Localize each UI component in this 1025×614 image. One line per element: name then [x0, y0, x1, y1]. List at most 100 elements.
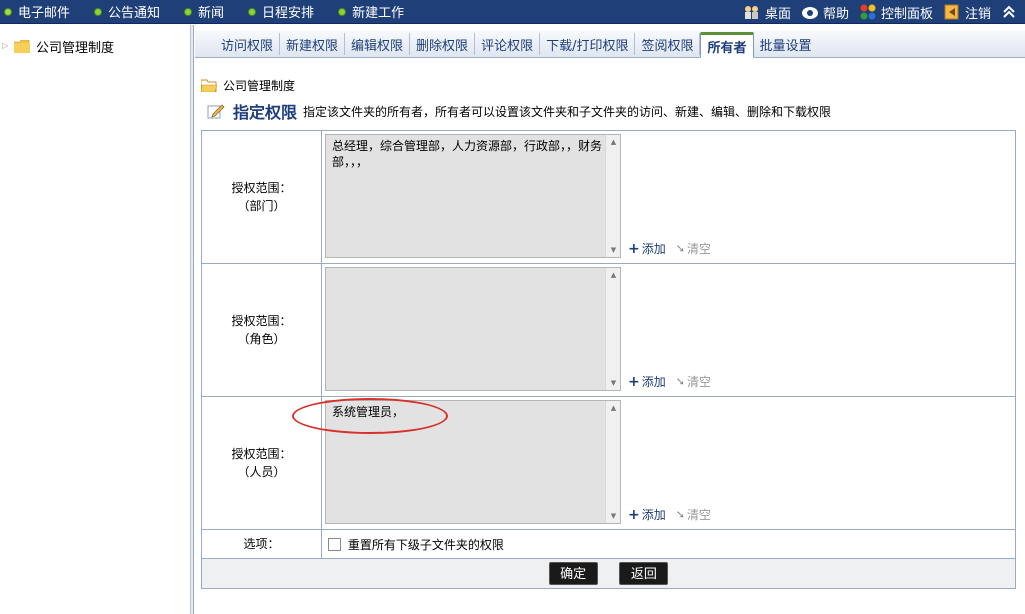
nav-email-label: 电子邮件	[18, 6, 71, 21]
help-icon	[801, 7, 818, 19]
desktop-button[interactable]: 桌面	[743, 0, 791, 24]
panel-splitter[interactable]	[191, 25, 194, 614]
add-user-button[interactable]: + 添加	[628, 506, 666, 523]
folder-path-label: 公司管理制度	[223, 78, 296, 93]
nav-new-work[interactable]: 新建工作	[338, 0, 404, 24]
field-label-department: 授权范围： （部门）	[201, 130, 322, 264]
tab-edit-permission[interactable]: 编辑权限	[345, 33, 411, 55]
logout-button[interactable]: 注销	[943, 0, 991, 24]
green-dot-icon	[248, 7, 257, 16]
clear-department-button[interactable]: ➘ 清空	[676, 240, 711, 257]
nav-announcement[interactable]: 公告通知	[94, 0, 160, 24]
permission-form: 授权范围： （部门） 总经理，综合管理部，人力资源部，行政部，，财务部，，， ▲…	[201, 130, 1016, 589]
green-dot-icon	[184, 7, 193, 16]
scroll-up-arrow-icon[interactable]: ▲	[606, 401, 621, 415]
desktop-icon	[744, 6, 758, 19]
double-chevron-up-icon[interactable]	[1001, 0, 1017, 24]
role-textarea[interactable]: ▲ ▼	[325, 267, 621, 391]
department-textarea[interactable]: 总经理，综合管理部，人力资源部，行政部，，财务部，，， ▲ ▼	[325, 134, 621, 258]
textarea-scrollbar[interactable]: ▲ ▼	[605, 401, 620, 523]
user-value: 系统管理员，	[332, 405, 405, 419]
add-role-button[interactable]: + 添加	[628, 373, 666, 390]
logout-label: 注销	[964, 6, 991, 22]
expand-arrow-icon[interactable]: ▷	[2, 41, 12, 51]
option-label: 选项：	[201, 529, 322, 559]
open-folder-icon	[201, 79, 217, 92]
user-actions: + 添加 ➘ 清空	[628, 506, 711, 523]
tab-batch-settings[interactable]: 批量设置	[754, 33, 818, 55]
tree-node-label: 公司管理制度	[36, 40, 115, 56]
confirm-button[interactable]: 确定	[548, 562, 598, 585]
field-label-line2: （部门）	[237, 199, 286, 213]
green-dot-icon	[4, 7, 12, 16]
clear-user-button[interactable]: ➘ 清空	[676, 506, 711, 523]
nav-email[interactable]: 电子邮件	[4, 0, 70, 24]
nav-schedule[interactable]: 日程安排	[248, 0, 314, 24]
option-cell: 重置所有下级子文件夹的权限	[321, 529, 1016, 559]
form-row-role: 授权范围： （角色） ▲ ▼ + 添加 ➘ 清空	[201, 263, 1016, 397]
top-nav-bar: 电子邮件 公告通知 新闻 日程安排 新建工作 桌面 帮助 控制面板 注销	[0, 0, 1025, 24]
add-label: 添加	[641, 508, 666, 522]
user-textarea[interactable]: 系统管理员， ▲ ▼	[325, 400, 621, 524]
add-label: 添加	[641, 375, 666, 389]
field-label-line1: 授权范围：	[231, 447, 292, 461]
tab-access-permission[interactable]: 访问权限	[215, 33, 281, 55]
add-department-button[interactable]: + 添加	[628, 240, 666, 257]
field-label-line2: （人员）	[237, 465, 286, 479]
control-panel-button[interactable]: 控制面板	[859, 0, 933, 24]
tab-sign-read-permission[interactable]: 签阅权限	[635, 33, 701, 55]
reset-subfolder-permissions-option[interactable]: 重置所有下级子文件夹的权限	[328, 537, 504, 552]
tab-create-permission[interactable]: 新建权限	[280, 33, 346, 55]
scroll-down-arrow-icon[interactable]: ▼	[606, 509, 621, 523]
tab-download-print-permission[interactable]: 下载/打印权限	[540, 33, 636, 55]
add-label: 添加	[641, 242, 666, 256]
tab-comment-permission[interactable]: 评论权限	[475, 33, 541, 55]
reset-subfolder-label: 重置所有下级子文件夹的权限	[347, 537, 504, 552]
scroll-down-arrow-icon[interactable]: ▼	[606, 243, 621, 257]
role-actions: + 添加 ➘ 清空	[628, 373, 711, 390]
field-label-user: 授权范围： （人员）	[201, 396, 322, 530]
field-label-role: 授权范围： （角色）	[201, 263, 322, 397]
nav-news[interactable]: 新闻	[184, 0, 224, 24]
clear-arrow-icon: ➘	[675, 242, 685, 255]
form-row-user: 授权范围： （人员） 系统管理员， ▲ ▼ + 添加 ➘ 清空	[201, 396, 1016, 530]
department-value: 总经理，综合管理部，人力资源部，行政部，，财务部，，，	[332, 139, 603, 169]
button-cell: 确定 返回	[201, 558, 1016, 589]
scroll-down-arrow-icon[interactable]: ▼	[606, 376, 621, 390]
clear-label: 清空	[686, 375, 711, 389]
form-row-buttons: 确定 返回	[201, 558, 1016, 589]
scroll-up-arrow-icon[interactable]: ▲	[606, 135, 621, 149]
textarea-scrollbar[interactable]: ▲ ▼	[605, 135, 620, 257]
clear-role-button[interactable]: ➘ 清空	[676, 373, 711, 390]
clear-label: 清空	[686, 508, 711, 522]
help-label: 帮助	[822, 6, 849, 22]
textarea-scrollbar[interactable]: ▲ ▼	[605, 268, 620, 390]
clear-arrow-icon: ➘	[675, 508, 685, 521]
back-button[interactable]: 返回	[619, 562, 669, 585]
tab-owner[interactable]: 所有者	[700, 32, 754, 58]
control-panel-icon	[860, 4, 876, 20]
plus-icon: +	[628, 373, 640, 390]
green-dot-icon	[338, 7, 347, 16]
nav-new-work-label: 新建工作	[352, 6, 405, 21]
page-title: 指定权限	[233, 103, 298, 122]
form-row-department: 授权范围： （部门） 总经理，综合管理部，人力资源部，行政部，，财务部，，， ▲…	[201, 130, 1016, 264]
plus-icon: +	[628, 506, 640, 523]
tree-node-root[interactable]: ▷ 公司管理制度	[2, 37, 115, 56]
section-heading: 指定权限 指定该文件夹的所有者，所有者可以设置该文件夹和子文件夹的访问、新建、编…	[207, 101, 832, 122]
top-nav-left: 电子邮件 公告通知 新闻 日程安排 新建工作	[0, 0, 404, 24]
desktop-label: 桌面	[764, 6, 791, 22]
main-panel: 访问权限 新建权限 编辑权限 删除权限 评论权限 下载/打印权限 签阅权限 所有…	[195, 25, 1025, 614]
form-row-options: 选项： 重置所有下级子文件夹的权限	[201, 529, 1016, 559]
nav-announcement-label: 公告通知	[108, 6, 161, 21]
field-label-line1: 授权范围：	[231, 181, 292, 195]
logout-icon	[944, 4, 959, 20]
tab-delete-permission[interactable]: 删除权限	[410, 33, 476, 55]
reset-subfolder-checkbox[interactable]	[328, 537, 341, 551]
edit-pencil-icon	[207, 104, 225, 119]
page-description: 指定该文件夹的所有者，所有者可以设置该文件夹和子文件夹的访问、新建、编辑、删除和…	[303, 104, 832, 119]
scroll-up-arrow-icon[interactable]: ▲	[606, 268, 621, 282]
nav-schedule-label: 日程安排	[262, 6, 315, 21]
help-button[interactable]: 帮助	[801, 0, 849, 24]
folder-icon	[14, 39, 30, 53]
